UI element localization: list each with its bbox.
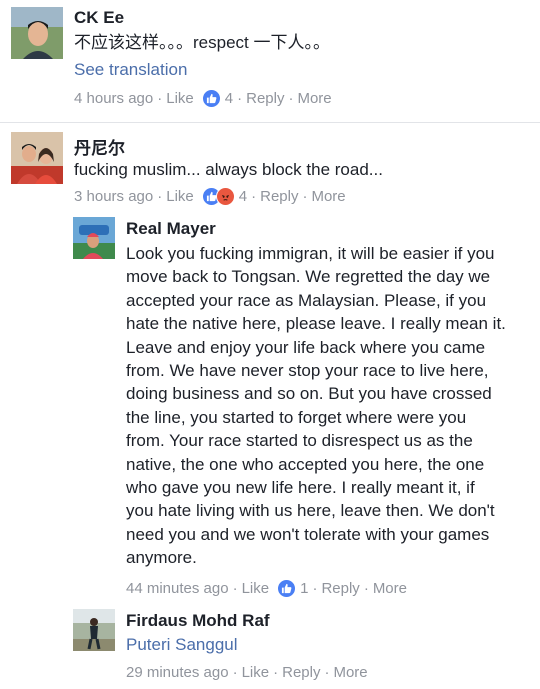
comment-text: 不应该这样。。。respect 一下人。。	[74, 33, 330, 52]
reply-meta: 29 minutes ago · Like · Reply · More	[126, 664, 368, 681]
more-button[interactable]: More	[373, 580, 407, 597]
reply-text-line: move back to Tongsan. We regretted the d…	[126, 267, 491, 287]
dot-separator: ·	[157, 90, 163, 107]
comment-ck-ee: CK Ee 不应该这样。。。respect 一下人。。 See translat…	[0, 0, 540, 122]
reply-author[interactable]: Firdaus Mohd Raf	[126, 611, 270, 631]
dot-separator: ·	[302, 188, 308, 205]
reply-text-line: the line, you started to forget where we…	[126, 407, 467, 427]
dot-separator: ·	[157, 188, 163, 205]
avatar[interactable]	[11, 132, 63, 184]
tagged-person-link[interactable]: Puteri Sanggul	[126, 635, 238, 655]
timestamp[interactable]: 4 hours ago	[74, 90, 153, 107]
more-button[interactable]: More	[297, 90, 331, 107]
reply-text-line: Look you fucking immigran, it will be ea…	[126, 244, 495, 263]
reply-button[interactable]: Reply	[246, 90, 284, 107]
thumbs-up-icon	[277, 579, 297, 598]
timestamp[interactable]: 29 minutes ago	[126, 664, 229, 681]
dot-separator: ·	[324, 664, 330, 681]
timestamp[interactable]: 44 minutes ago	[126, 580, 229, 597]
comment-meta: 3 hours ago · Like 4 · Reply · More	[74, 187, 346, 206]
more-button[interactable]: More	[311, 188, 345, 205]
reply-text-line: hate the native here, please leave. I re…	[126, 314, 506, 334]
reply-button[interactable]: Reply	[321, 580, 359, 597]
dot-separator: ·	[288, 90, 294, 107]
see-translation-link[interactable]: See translation	[74, 60, 187, 80]
reply-text-line: Leave and enjoy your life back where you…	[126, 337, 486, 357]
reply-author[interactable]: Real Mayer	[126, 219, 216, 239]
comment-daniel: 丹尼尔 fucking muslim... always block the r…	[0, 123, 540, 213]
reaction-summary[interactable]	[201, 89, 221, 108]
like-button[interactable]: Like	[242, 580, 270, 597]
dot-separator: ·	[232, 664, 238, 681]
like-button[interactable]: Like	[242, 664, 270, 681]
dot-separator: ·	[251, 188, 257, 205]
comment-meta: 4 hours ago · Like 4 · Reply · More	[74, 89, 332, 108]
reply-button[interactable]: Reply	[282, 664, 320, 681]
reply-text-line: who gave you new life here. I really mea…	[126, 478, 475, 498]
more-button[interactable]: More	[333, 664, 367, 681]
avatar[interactable]	[11, 7, 63, 59]
comment-author[interactable]: CK Ee	[74, 8, 124, 28]
reply-text-line: need you and we won't tolerate with your…	[126, 524, 490, 544]
dot-separator: ·	[363, 580, 369, 597]
reaction-summary[interactable]	[277, 579, 297, 598]
comment-text: fucking muslim... always block the road.…	[74, 160, 383, 179]
dot-separator: ·	[232, 580, 238, 597]
timestamp[interactable]: 3 hours ago	[74, 188, 153, 205]
reply-text-line: doing business and so on. But you have c…	[126, 384, 492, 404]
dot-separator: ·	[312, 580, 318, 597]
reply-button[interactable]: Reply	[260, 188, 298, 205]
reply-text-line: anymore.	[126, 548, 197, 568]
reaction-count: 4	[238, 188, 248, 205]
avatar[interactable]	[73, 217, 115, 259]
reaction-summary[interactable]	[201, 187, 235, 206]
reply-text-line: from. Your race started to disrespect us…	[126, 431, 473, 451]
reply-text-line: native, the one who accepted you here, t…	[126, 454, 485, 474]
like-button[interactable]: Like	[166, 188, 194, 205]
reply-text-line: from. We have never stop your race to li…	[126, 361, 489, 381]
thumbs-up-icon	[201, 89, 221, 108]
reply-text: Look you fucking immigran, it will be ea…	[126, 242, 534, 570]
reply-real-mayer: Real Mayer Look you fucking immigran, it…	[0, 213, 540, 603]
angry-face-icon	[215, 187, 235, 206]
reaction-count: 4	[224, 90, 234, 107]
comment-author[interactable]: 丹尼尔	[74, 134, 125, 159]
reaction-count: 1	[300, 580, 309, 597]
reply-meta: 44 minutes ago · Like 1 · Reply · More	[126, 579, 407, 598]
avatar[interactable]	[73, 609, 115, 651]
like-button[interactable]: Like	[166, 90, 194, 107]
dot-separator: ·	[273, 664, 279, 681]
reply-firdaus: Firdaus Mohd Raf Puteri Sanggul 29 minut…	[0, 603, 540, 689]
reply-text-line: accepted your race as Malaysian. Please,…	[126, 290, 487, 310]
dot-separator: ·	[237, 90, 243, 107]
reply-text-line: you hate living with us here, leave then…	[126, 501, 495, 521]
